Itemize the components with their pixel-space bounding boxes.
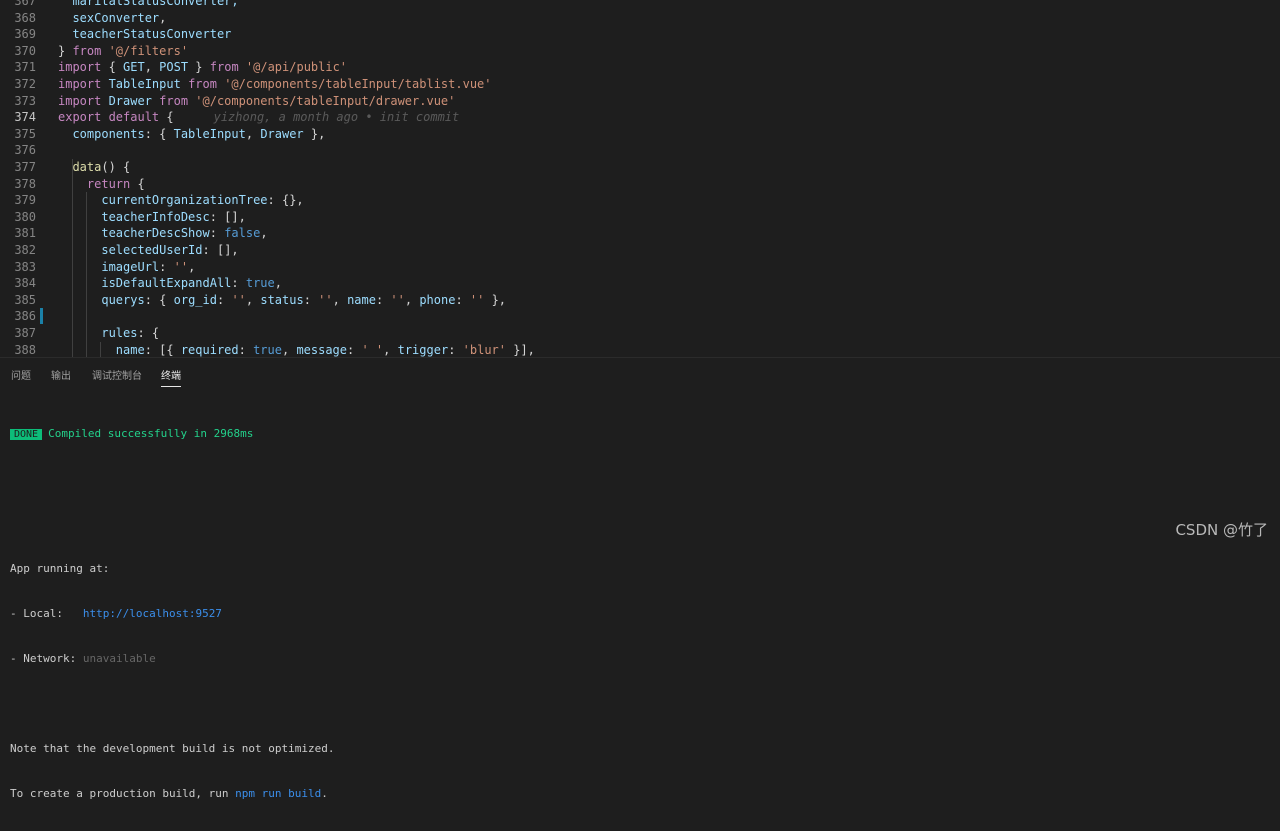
line-number: 367 — [14, 0, 36, 8]
code-line[interactable]: 386 — [0, 308, 1280, 325]
code-line[interactable]: 379 currentOrganizationTree: {}, — [0, 192, 1280, 209]
local-label: - Local: — [10, 607, 83, 620]
code-text: sexConverter, — [72, 10, 167, 25]
terminal-line-local: - Local: http://localhost:9527 — [10, 606, 335, 621]
terminal-line-app-running: App running at: — [10, 561, 335, 576]
code-text: maritalStatusConverter, — [72, 0, 239, 8]
tab-debug-console[interactable]: 调试控制台 — [92, 367, 142, 386]
terminal-line-note: Note that the development build is not o… — [10, 741, 335, 756]
code-text: export default {yizhong, a month ago • i… — [58, 110, 460, 125]
network-value: unavailable — [82, 652, 156, 665]
production-suffix: . — [321, 787, 328, 800]
line-number: 372 — [14, 77, 36, 91]
code-line[interactable]: 372 import TableInput from '@/components/… — [0, 76, 1280, 93]
tab-output[interactable]: 输出 — [51, 367, 71, 386]
app-running-label: App running at: — [10, 562, 110, 575]
code-line[interactable]: 377 data() { — [0, 159, 1280, 176]
code-text: return { — [86, 176, 145, 191]
line-number: 381 — [14, 226, 36, 241]
done-badge: DONE — [10, 429, 43, 440]
note-text: Note that the development build is not o… — [10, 742, 335, 755]
code-line[interactable]: 376 — [0, 142, 1280, 159]
code-text: rules: { — [101, 326, 160, 340]
code-text: } from '@/filters' — [58, 43, 189, 58]
code-editor[interactable]: 367 maritalStatusConverter, 368 sexConver… — [0, 0, 1280, 357]
code-text: import { GET, POST } from '@/api/public' — [58, 60, 348, 75]
terminal-line-compiled: DONE Compiled successfully in 2968ms — [10, 426, 335, 441]
code-text: selectedUserId: [], — [101, 243, 239, 257]
line-number: 373 — [14, 93, 36, 108]
code-text: teacherInfoDesc: [], — [101, 209, 246, 224]
modified-line-marker — [40, 308, 43, 325]
code-line[interactable]: 382 selectedUserId: [], — [0, 242, 1280, 259]
line-number: 374 — [14, 110, 36, 125]
line-number: 371 — [14, 60, 36, 75]
production-text: To create a production build, run — [10, 787, 236, 800]
terminal-line-network: - Network: unavailable — [10, 651, 335, 666]
line-number: 384 — [14, 276, 36, 291]
code-text: import TableInput from '@/components/tab… — [58, 77, 492, 91]
panel-tabs: 问题 输出 调试控制台 终端 — [0, 358, 1280, 387]
code-text: teacherStatusConverter — [72, 27, 232, 42]
line-number: 369 — [14, 27, 36, 42]
code-line[interactable]: 378 return { — [0, 176, 1280, 193]
line-number: 388 — [14, 342, 36, 357]
code-line[interactable]: 387 rules: { — [0, 325, 1280, 342]
line-number: 385 — [14, 292, 36, 307]
terminal-output[interactable]: DONE Compiled successfully in 2968ms App … — [10, 396, 335, 831]
line-number: 377 — [14, 160, 36, 174]
watermark: CSDN @竹了 — [1175, 521, 1268, 539]
code-text: import Drawer from '@/components/tableIn… — [58, 93, 456, 108]
bottom-panel: 问题 输出 调试控制台 终端 DONE Compiled successfully… — [0, 357, 1280, 800]
code-line[interactable]: 375 components: { TableInput, Drawer }, — [0, 126, 1280, 143]
local-url-link[interactable]: http://localhost:9527 — [83, 607, 222, 620]
code-text: data() { — [72, 160, 131, 174]
code-line[interactable]: 373 import Drawer from '@/components/tabl… — [0, 93, 1280, 110]
line-number: 382 — [14, 243, 36, 257]
code-text: querys: { org_id: '', status: '', name: … — [101, 292, 507, 307]
code-line[interactable]: 385 querys: { org_id: '', status: '', na… — [0, 292, 1280, 309]
code-text: imageUrl: '', — [101, 259, 196, 274]
code-text: currentOrganizationTree: {}, — [101, 193, 304, 208]
line-number: 378 — [14, 176, 36, 191]
tab-terminal[interactable]: 终端 — [161, 367, 181, 387]
code-line[interactable]: 367 maritalStatusConverter, — [0, 0, 1280, 10]
terminal-line-production: To create a production build, run npm ru… — [10, 786, 335, 801]
line-number: 376 — [14, 143, 36, 158]
line-number: 380 — [14, 209, 36, 224]
tab-problems[interactable]: 问题 — [11, 367, 31, 386]
code-text: name: [{ required: true, message: ' ', t… — [115, 342, 535, 357]
compiled-message: Compiled successfully in 2968ms — [48, 427, 254, 440]
code-line[interactable]: 369 teacherStatusConverter — [0, 26, 1280, 43]
build-command: npm run build — [235, 787, 322, 800]
code-line[interactable]: 368 sexConverter, — [0, 10, 1280, 27]
code-line[interactable]: 384 isDefaultExpandAll: true, — [0, 275, 1280, 292]
code-line[interactable]: 383 imageUrl: '', — [0, 259, 1280, 276]
line-number: 383 — [14, 259, 36, 274]
git-blame-annotation: yizhong, a month ago • init commit — [213, 110, 460, 125]
code-line[interactable]: 388 name: [{ required: true, message: ' … — [0, 342, 1280, 357]
code-line[interactable]: 370 } from '@/filters' — [0, 43, 1280, 60]
line-number: 379 — [14, 193, 36, 208]
code-line[interactable]: 380 teacherInfoDesc: [], — [0, 209, 1280, 226]
network-label: - Network: — [10, 652, 83, 665]
code-line[interactable]: 371 import { GET, POST } from '@/api/publ… — [0, 59, 1280, 76]
line-number: 386 — [14, 309, 36, 324]
code-text: teacherDescShow: false, — [101, 226, 268, 241]
code-line[interactable]: 381 teacherDescShow: false, — [0, 225, 1280, 242]
line-number: 368 — [14, 10, 36, 25]
code-text: isDefaultExpandAll: true, — [101, 276, 282, 291]
line-number: 387 — [14, 326, 36, 340]
line-number: 375 — [14, 126, 36, 141]
code-text: components: { TableInput, Drawer }, — [72, 126, 326, 141]
line-number: 370 — [14, 43, 36, 58]
code-line[interactable]: 374 export default {yizhong, a month ago … — [0, 109, 1280, 126]
